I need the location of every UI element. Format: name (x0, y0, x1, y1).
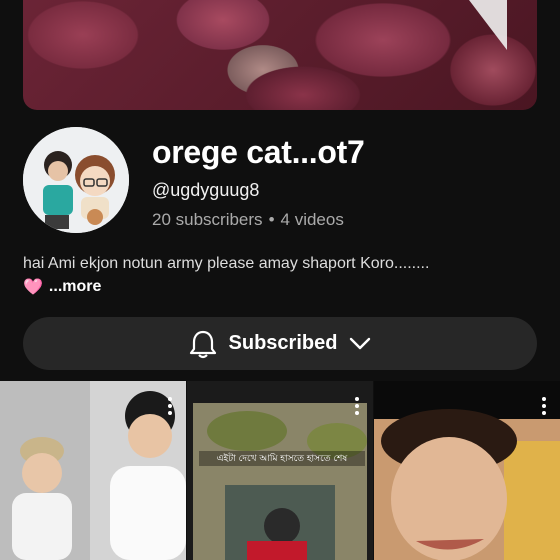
more-vert-icon[interactable] (355, 397, 359, 418)
channel-name: orege cat...ot7 (152, 134, 365, 170)
thumbnail-caption: এইটা দেখে আমি হাসতে হাসতে শেষ (199, 451, 365, 466)
subscriber-count: 20 subscribers (152, 210, 263, 229)
more-vert-icon[interactable] (542, 397, 546, 418)
short-thumbnail-1[interactable] (0, 381, 186, 560)
heart-icon: 🩷 (23, 279, 43, 296)
thumbnail-image (374, 381, 560, 560)
video-count: 4 videos (280, 210, 344, 229)
banner-decoration (469, 0, 507, 50)
more-vert-icon[interactable] (168, 397, 172, 418)
channel-avatar[interactable] (23, 127, 129, 233)
channel-banner (23, 0, 537, 110)
more-link[interactable]: ...more (49, 278, 101, 296)
short-thumbnail-2[interactable]: এইটা দেখে আমি হাসতে হাসতে শেষ (187, 381, 373, 560)
avatar-image (23, 127, 129, 233)
bell-icon (189, 330, 216, 358)
description-more-row[interactable]: 🩷 ...more (23, 277, 101, 297)
short-thumbnail-3[interactable] (374, 381, 560, 560)
chevron-down-icon (350, 337, 371, 349)
channel-handle: @ugdyguug8 (152, 180, 260, 200)
subscribed-button[interactable]: Subscribed (23, 317, 537, 370)
shorts-grid: এইটা দেখে আমি হাসতে হাসতে শেষ (0, 381, 560, 560)
thumbnail-image (0, 381, 186, 560)
subscribed-label: Subscribed (228, 332, 338, 354)
stats-separator: • (268, 210, 275, 229)
thumbnail-image (187, 381, 373, 560)
channel-description[interactable]: hai Ami ekjon notun army please amay sha… (23, 255, 429, 273)
channel-stats: 20 subscribers • 4 videos (152, 210, 344, 230)
